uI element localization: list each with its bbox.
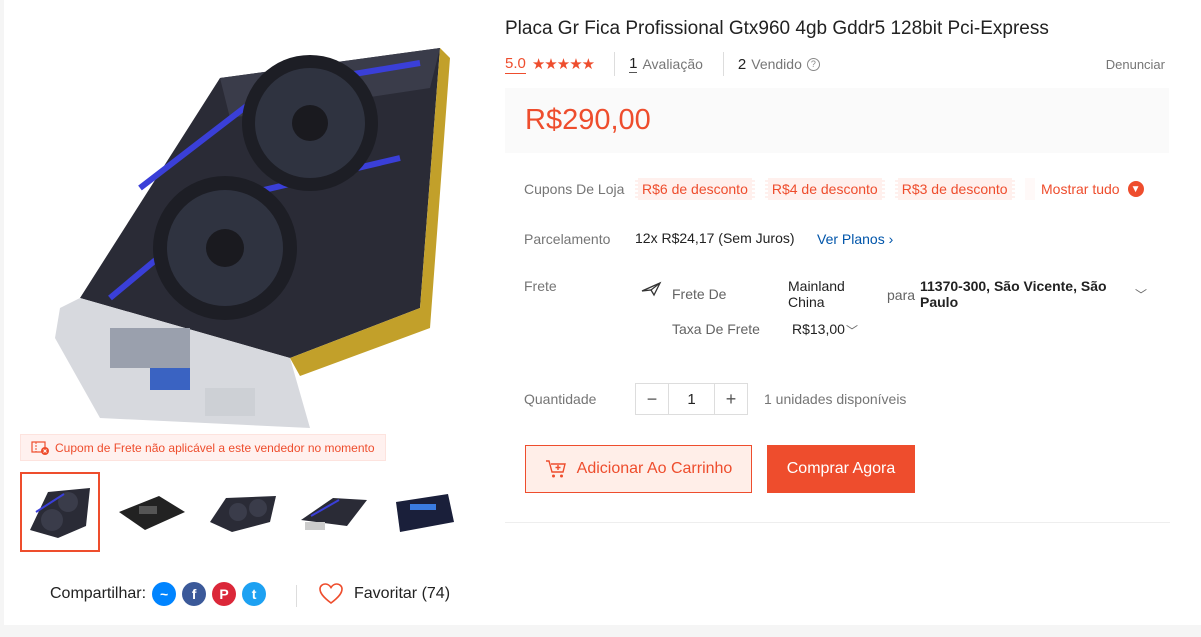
installments-label: Parcelamento xyxy=(524,231,611,247)
quantity-stepper: − 1 + xyxy=(635,383,748,415)
help-icon[interactable]: ? xyxy=(806,57,820,71)
quantity-increase-button[interactable]: + xyxy=(715,384,747,414)
meta-divider xyxy=(614,52,616,76)
shipping-voucher-warning: Cupom de Frete não aplicável a este vend… xyxy=(20,434,386,461)
buy-now-button[interactable]: Comprar Agora xyxy=(767,445,915,493)
share-label: Compartilhar: xyxy=(50,585,147,602)
product-meta-row: 5.0 ★★★★★ 1 Avaliação 2 Vendido ? Denunc… xyxy=(505,52,1165,76)
pinterest-icon[interactable]: P xyxy=(212,582,237,606)
sold-label: Vendido xyxy=(751,56,802,72)
thumbnail-5[interactable] xyxy=(384,472,464,552)
thumbnail-image xyxy=(210,496,276,532)
coupon-tag[interactable]: R$4 de desconto xyxy=(764,178,885,200)
voucher-unavailable-icon xyxy=(31,440,49,455)
coupon-tag[interactable]: R$6 de desconto xyxy=(635,178,755,200)
favorite-label: Favoritar (74) xyxy=(354,585,451,602)
add-to-cart-button[interactable]: Adicionar Ao Carrinho xyxy=(525,445,752,493)
favorite-button[interactable]: Favoritar (74) xyxy=(318,582,450,606)
show-all-label: Mostrar tudo xyxy=(1041,181,1120,197)
installments-value: 12x R$24,17 (Sem Juros) xyxy=(635,230,795,246)
view-plans-link[interactable]: Ver Planos › xyxy=(817,231,893,247)
product-title: Placa Gr Fica Profissional Gtx960 4gb Gd… xyxy=(505,18,1049,39)
thumbnail-image xyxy=(396,494,454,532)
product-card: Cupom de Frete não aplicável a este vend… xyxy=(4,0,1201,625)
product-price: R$290,00 xyxy=(525,104,651,136)
report-link[interactable]: Denunciar xyxy=(1106,57,1165,72)
twitter-icon[interactable]: t xyxy=(242,582,267,606)
price-box: R$290,00 xyxy=(505,88,1169,153)
sold-count: 2 xyxy=(737,55,747,73)
shipping-fee-label: Taxa De Frete xyxy=(672,321,760,337)
chevron-right-icon: › xyxy=(888,231,894,247)
thumbnail-image xyxy=(301,498,367,530)
coupons-label: Cupons De Loja xyxy=(524,181,625,197)
reviews-label: Avaliação xyxy=(642,56,703,72)
share-divider xyxy=(296,585,297,607)
quantity-input[interactable]: 1 xyxy=(668,384,715,414)
meta-divider xyxy=(722,52,724,76)
shipping-from-label: Frete De xyxy=(672,286,727,302)
heart-icon xyxy=(319,583,343,605)
thumbnail-image xyxy=(30,488,90,538)
add-to-cart-label: Adicionar Ao Carrinho xyxy=(576,460,733,477)
coupon-list: R$6 de desconto R$4 de desconto R$3 de d… xyxy=(635,178,1035,200)
cart-icon xyxy=(545,460,566,478)
rating-value[interactable]: 5.0 xyxy=(505,55,526,74)
show-all-coupons[interactable]: Mostrar tudo ▼ xyxy=(1041,181,1144,197)
share-row: Compartilhar: ~ f P t xyxy=(50,582,267,606)
shipping-from-value: Mainland China xyxy=(788,278,845,310)
shipping-to-label: para xyxy=(887,287,916,303)
thumbnail-image xyxy=(119,496,185,530)
chevron-down-icon[interactable]: ﹀ xyxy=(846,322,858,339)
thumbnail-1[interactable] xyxy=(20,472,100,552)
quantity-label: Quantidade xyxy=(524,391,597,407)
section-divider xyxy=(505,522,1170,523)
voucher-warning-text: Cupom de Frete não aplicável a este vend… xyxy=(55,440,375,455)
shipping-fee-value: R$13,00 xyxy=(792,321,845,337)
graphics-card-image xyxy=(55,48,450,428)
shipping-destination[interactable]: 11370-300, São Vicente, São Paulo xyxy=(920,278,1110,310)
reviews-count[interactable]: 1 xyxy=(629,55,638,73)
chevron-down-icon: ▼ xyxy=(1127,181,1144,197)
thumbnail-strip xyxy=(20,472,464,552)
facebook-icon[interactable]: f xyxy=(182,582,207,606)
quantity-decrease-button[interactable]: − xyxy=(636,384,668,414)
rating-stars: ★★★★★ xyxy=(531,56,595,73)
thumbnail-2[interactable] xyxy=(111,472,191,552)
plane-icon xyxy=(641,281,662,297)
chevron-down-icon[interactable]: ﹀ xyxy=(1135,286,1147,303)
coupon-overflow xyxy=(1024,178,1035,200)
stock-available: 1 unidades disponíveis xyxy=(764,391,907,407)
coupon-tag[interactable]: R$3 de desconto xyxy=(894,178,1015,200)
main-product-image[interactable] xyxy=(20,8,480,433)
shipping-label: Frete xyxy=(524,278,557,294)
thumbnail-3[interactable] xyxy=(202,472,282,552)
messenger-icon[interactable]: ~ xyxy=(152,582,177,606)
view-plans-label: Ver Planos xyxy=(817,231,885,247)
thumbnail-4[interactable] xyxy=(293,472,373,552)
